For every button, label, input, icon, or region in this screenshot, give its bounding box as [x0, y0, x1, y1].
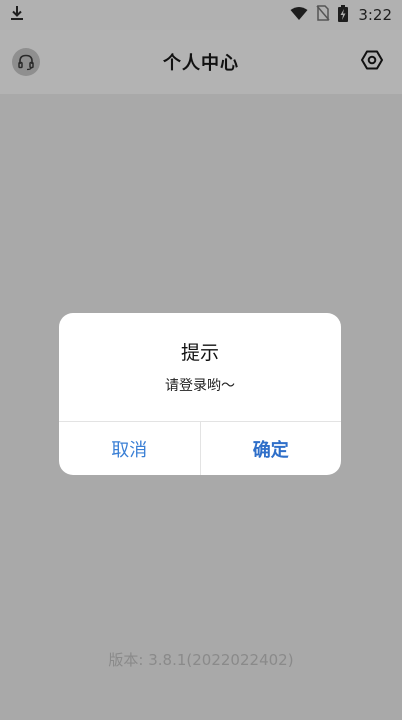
page-title: 个人中心 [163, 53, 239, 74]
settings-hex-icon [360, 48, 384, 76]
settings-button[interactable] [356, 46, 388, 78]
headset-icon [12, 48, 40, 76]
status-time: 3:22 [358, 6, 392, 24]
customer-service-button[interactable] [10, 46, 42, 78]
status-right: 3:22 [290, 4, 392, 26]
dialog-title: 提示 [180, 342, 219, 364]
confirm-button[interactable]: 确定 [201, 422, 342, 475]
version-text: 版本: 3.8.1(2022022402) [108, 651, 294, 669]
wifi-icon [290, 6, 308, 25]
header: 个人中心 [0, 30, 402, 94]
download-icon [10, 5, 24, 25]
no-sim-icon [316, 5, 330, 25]
dialog-message: 请登录哟～ [165, 378, 235, 394]
cancel-button[interactable]: 取消 [59, 422, 201, 475]
login-prompt-dialog: 提示 请登录哟～ 取消 确定 [59, 313, 341, 475]
status-left [10, 5, 290, 25]
status-bar: 3:22 [0, 0, 402, 30]
battery-charging-icon [338, 4, 349, 26]
dialog-actions: 取消 确定 [59, 421, 341, 475]
screen: 3:22 个人中心 提示 请登录哟～ 取消 确定 版本: 3.8.1(20220… [0, 0, 402, 720]
